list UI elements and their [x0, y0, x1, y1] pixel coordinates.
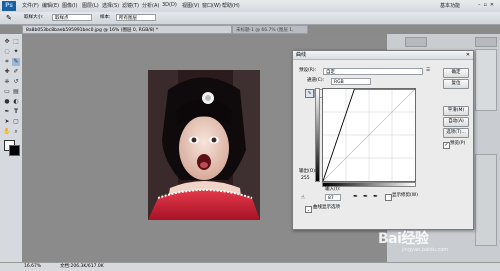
auto-button[interactable]: 自动(A) — [443, 117, 469, 127]
stamp-tool-icon[interactable]: ⎈ — [3, 78, 11, 86]
gray-point-eyedropper-icon[interactable]: ✒ — [363, 193, 368, 200]
panel-tab-2[interactable] — [475, 37, 497, 47]
menu-select[interactable]: 选择(S) — [102, 2, 119, 9]
output-label: 输出(O): — [299, 169, 317, 174]
sample-size-select[interactable]: 取样点 — [52, 14, 92, 21]
gradient-tool-icon[interactable]: ▤ — [12, 88, 20, 96]
hand-adjust-icon[interactable]: ☝ — [301, 194, 305, 201]
zoom-tool-icon[interactable]: ⌕ — [12, 128, 20, 136]
hand-tool-icon[interactable]: ✋ — [3, 128, 11, 136]
show-clipping-checkbox[interactable] — [385, 194, 392, 201]
show-clipping-label: 显示修剪(W) — [392, 193, 418, 198]
black-point-eyedropper-icon[interactable]: ✒ — [353, 193, 358, 200]
crop-tool-icon[interactable]: ⌗ — [3, 58, 11, 66]
sample-label: 样本: — [100, 15, 111, 20]
options-button[interactable]: 选项(T)... — [443, 128, 469, 138]
menu-analysis[interactable]: 分析(A) — [142, 2, 159, 9]
preview-checkbox[interactable]: ✓ — [443, 142, 450, 149]
document-tab-active[interactable]: 8a8b053bc8baeb595991bec0.jpg @ 16% (图层 0… — [22, 25, 232, 34]
type-tool-icon[interactable]: T — [12, 108, 20, 116]
move-tool-icon[interactable]: ✥ — [3, 38, 11, 46]
photoshop-logo: Ps — [2, 1, 16, 11]
input-field[interactable]: 87 — [325, 194, 341, 201]
close-icon[interactable]: ✕ — [466, 52, 470, 58]
mini-panel-strip — [475, 49, 497, 111]
menu-layer[interactable]: 图层(L) — [82, 2, 99, 9]
output-gradient-bar — [315, 88, 320, 182]
menu-help[interactable]: 帮助(H) — [222, 2, 240, 9]
sample-select[interactable]: 所有图层 — [116, 14, 156, 21]
menu-window[interactable]: 窗口(W) — [202, 2, 221, 9]
reset-button[interactable]: 复位 — [443, 79, 469, 89]
shape-tool-icon[interactable]: ▢ — [12, 118, 20, 126]
pen-tool-icon[interactable]: ✒ — [3, 108, 11, 116]
dialog-title: 曲线 — [293, 51, 473, 60]
dodge-tool-icon[interactable]: ◐ — [12, 98, 20, 106]
window-controls[interactable]: –▫✕ — [478, 2, 497, 8]
eyedropper-icon[interactable]: ✎ — [6, 14, 12, 22]
background-color-swatch[interactable] — [9, 145, 20, 156]
path-select-icon[interactable]: ➤ — [3, 118, 11, 126]
workspace-switcher[interactable]: 基本功能 — [440, 2, 460, 9]
document-image — [148, 70, 260, 220]
document-tab-2[interactable]: 未标题-1 @ 66.7% (图层 1, RGB/8) — [232, 25, 308, 42]
eyedropper-tool-icon[interactable]: ✎ — [12, 58, 20, 66]
preset-select[interactable]: 自定 — [323, 68, 423, 75]
curve-graph[interactable] — [322, 88, 416, 182]
sample-size-label: 取样大小: — [24, 15, 44, 20]
channel-select[interactable]: RGB — [331, 78, 371, 85]
preset-options-icon[interactable]: ☰ — [426, 68, 430, 74]
preset-label: 预设(R): — [299, 68, 317, 73]
curve-point-tool-icon[interactable]: ∿ — [305, 89, 314, 98]
panel-tab-1[interactable] — [405, 37, 427, 47]
history-brush-icon[interactable]: ↺ — [12, 78, 20, 86]
tools-panel: ✥ ⬚ ◌ ✦ ⌗ ✎ ✚ ✐ ⎈ ↺ ▭ ▤ ● ◐ ✒ T ➤ ▢ ✋ ⌕ — [0, 34, 23, 264]
menu-view[interactable]: 视图(V) — [182, 2, 199, 9]
eraser-tool-icon[interactable]: ▭ — [3, 88, 11, 96]
watermark-logo: Bai经验 — [378, 231, 429, 247]
menu-3d[interactable]: 3D(D) — [162, 2, 177, 8]
layers-panel-strip — [475, 154, 497, 246]
menu-filter[interactable]: 滤镜(T) — [122, 2, 139, 9]
options-bar: ✎ 取样大小: 取样点 样本: 所有图层 — [0, 12, 500, 25]
quick-select-icon[interactable]: ✦ — [12, 48, 20, 56]
output-value[interactable]: 255 — [301, 176, 310, 182]
smooth-button[interactable]: 平滑(M) — [443, 106, 469, 116]
channel-label: 通道(C): — [307, 78, 325, 83]
curve-options-label: 曲线显示选项 — [313, 205, 340, 210]
ok-button[interactable]: 确定 — [443, 68, 469, 78]
blur-tool-icon[interactable]: ● — [3, 98, 11, 106]
white-point-eyedropper-icon[interactable]: ✒ — [373, 193, 378, 200]
healing-tool-icon[interactable]: ✚ — [3, 68, 11, 76]
watermark-url: jingyan.baidu.com — [402, 247, 449, 253]
menu-file[interactable]: 文件(F) — [22, 2, 39, 9]
brush-tool-icon[interactable]: ✐ — [12, 68, 20, 76]
menu-image[interactable]: 图像(I) — [62, 2, 77, 9]
curves-dialog: 曲线 ✕ 预设(R): 自定 ☰ 通道(C): RGB ∿ ✎ 输出(O): 2… — [292, 50, 474, 230]
marquee-tool-icon[interactable]: ⬚ — [12, 38, 20, 46]
input-label: 输入(I): — [325, 187, 341, 192]
menu-edit[interactable]: 编辑(E) — [42, 2, 59, 9]
curve-options-toggle[interactable]: ⌄ — [305, 206, 312, 213]
preview-label: 预览(P) — [450, 141, 466, 146]
lasso-tool-icon[interactable]: ◌ — [3, 48, 11, 56]
